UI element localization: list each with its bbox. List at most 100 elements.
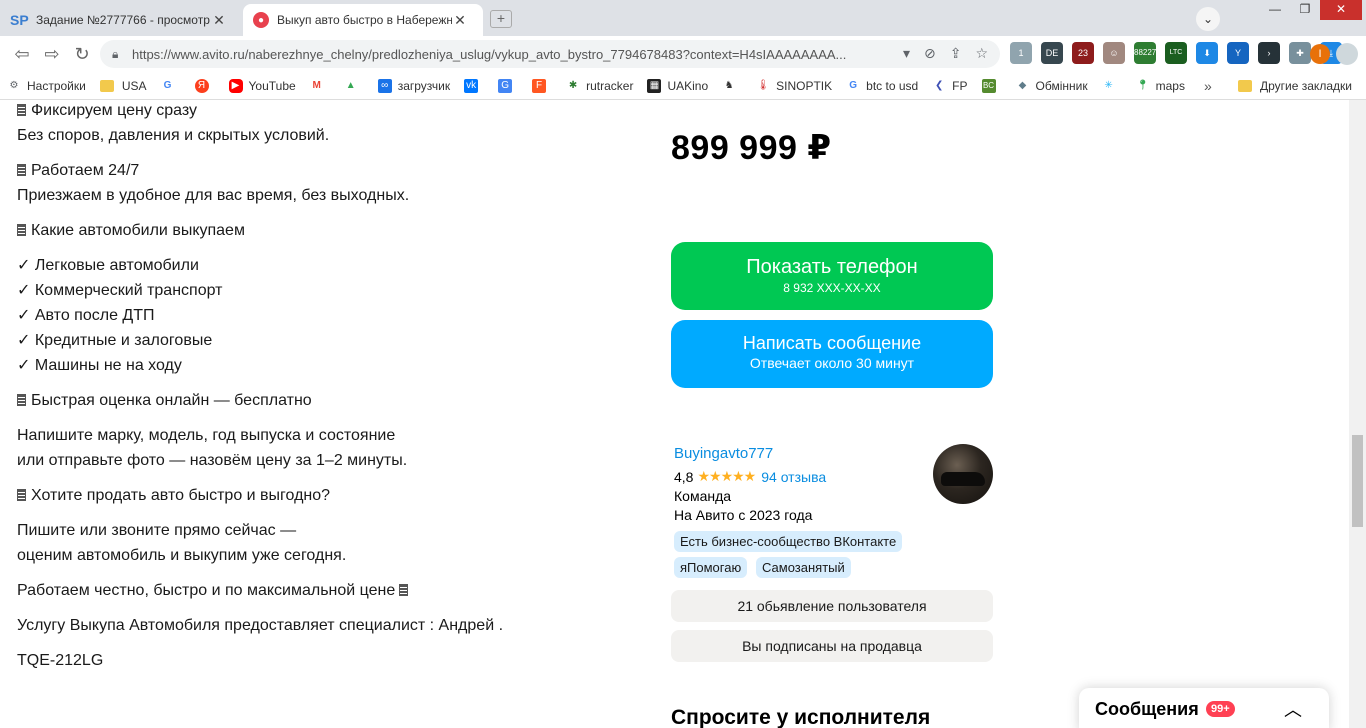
bookmark-f[interactable]: F [525,78,559,93]
minimize-button[interactable]: — [1260,0,1290,20]
badge-ya-pomogayu[interactable]: яПомогаю [674,557,748,578]
description-line: или отправьте фото — назовём цену за 1–2… [17,452,408,469]
exchange-icon: ◆ [1018,79,1027,91]
bookmark-star-icon[interactable]: ☆ [975,45,988,62]
extensions-bar: 1 DE 23 ☺ 88227 LTC 76.5 ⬇ Y › ✚ ⤓ [1010,42,1342,78]
terminal-extension-icon[interactable]: › [1258,42,1280,64]
reload-icon[interactable]: ↻ [70,44,94,64]
more-bookmarks-chevron-icon[interactable]: » [1204,72,1212,100]
close-window-button[interactable]: ✕ [1320,0,1362,20]
download-extension-icon[interactable]: ⬇ [1196,42,1218,64]
y-extension-icon[interactable]: Y [1227,42,1249,64]
bookmark-fp[interactable]: ❮ FP [925,79,974,93]
bookmark-bc[interactable]: BC [975,78,1009,93]
bookmark-usa[interactable]: USA [93,79,154,93]
tab-avito[interactable]: ● Выкуп авто быстро в Набережных ✕ [243,4,483,36]
close-icon[interactable]: ✕ [211,12,227,29]
bookmark-drive[interactable]: ▲ [337,79,371,93]
tab-title: Выкуп авто быстро в Набережных [277,13,452,27]
maximize-button[interactable]: ❐ [1290,0,1320,20]
bookmark-gmail[interactable]: M [303,79,337,93]
messenger-title: Сообщения [1095,699,1199,719]
bookmark-loader[interactable]: ∞ загрузчик [371,78,457,93]
subscribed-button[interactable]: Вы подписаны на продавца [671,630,993,662]
seller-type: Команда [674,488,732,504]
description-line: TQE-212LG [17,652,104,669]
description-line: ✓ Авто после ДТП [17,307,155,324]
new-tab-button[interactable]: + [490,10,512,28]
ltc-extension-icon[interactable]: LTC 76.5 [1165,42,1187,78]
bookmark-youtube[interactable]: ▶ YouTube [222,78,303,93]
description-line: ✓ Коммерческий транспорт [17,282,223,299]
square-marker-icon [17,224,26,236]
description-line: ✓ Легковые автомобили [17,257,199,274]
ask-section-heading: Спросите у исполнителя [671,706,931,728]
close-icon[interactable]: ✕ [452,12,468,29]
badge-vk-community[interactable]: Есть бизнес-сообщество ВКонтакте [674,531,903,552]
back-arrow-icon[interactable]: ⇦ [10,44,34,64]
bookmark-btc[interactable]: Gbtc to usd [839,79,925,93]
bookmark-exchange[interactable]: ◆ Обмінник [1009,79,1095,93]
bookmark-settings[interactable]: ⚙ Настройки [0,79,93,93]
sp-favicon-icon: SP [10,12,29,28]
forward-arrow-icon[interactable]: ⇨ [40,44,64,64]
gmail-icon: M [312,79,321,91]
browser-tab-bar: SP Задание №2777766 - просмотр за ✕ ● Вы… [0,0,1366,36]
reviews-link[interactable]: 94 отзыва [761,469,826,485]
seller-rating: 4,8 ★★★★★ 94 отзыва [674,468,826,485]
bookmark-google[interactable]: G [154,79,188,93]
description-line: Приезжаем в удобное для вас время, без в… [17,187,410,204]
scrollbar-thumb[interactable] [1352,435,1363,527]
vpn-extension-icon[interactable]: DE [1041,42,1063,64]
bc-icon: BC [981,78,996,93]
badge-self-employed[interactable]: Самозанятый [756,557,851,578]
page-content: Фиксируем цену сразу Без споров, давлени… [0,100,1366,728]
cloud-extension-icon[interactable]: 1 [1010,42,1032,64]
share-icon[interactable]: ⇪ [950,45,962,62]
block-icon[interactable]: ⊘ [924,45,936,62]
dropdown-icon[interactable]: ▾ [903,45,910,62]
address-bar[interactable]: 🔒︎ https://www.avito.ru/naberezhnye_chel… [100,40,1000,68]
tab-title: Задание №2777766 - просмотр за [36,13,211,27]
btc-extension-icon[interactable]: 88227 [1134,42,1156,64]
puzzle-icon[interactable]: ✚ [1289,42,1311,64]
seller-name-link[interactable]: Buyingavto777 [674,445,773,462]
bookmark-chess[interactable]: ♞ [715,79,749,93]
bookmarks-bar: ⚙ Настройки USA G Я ▶ YouTube M ▲ ∞ загрузч… [0,72,1366,100]
tab-task[interactable]: SP Задание №2777766 - просмотр за ✕ [0,4,243,36]
profile-avatar-icon[interactable]: I [1310,44,1330,64]
show-phone-button[interactable]: Показать телефон 8 932 XXX-XX-XX [671,242,993,310]
masked-phone: 8 932 XXX-XX-XX [783,281,881,295]
bookmark-translate[interactable]: G [491,78,525,93]
badge-extension-icon[interactable]: 23 [1072,42,1094,64]
write-message-button[interactable]: Написать сообщение Отвечает около 30 мин… [671,320,993,388]
bookmark-maps[interactable]: 📍︎ maps [1129,79,1192,93]
messenger-widget[interactable]: Сообщения 99+ ︿ [1079,688,1329,728]
menu-icon[interactable] [1336,43,1358,65]
bookmark-star[interactable]: ✳ [1095,79,1129,93]
square-marker-icon [399,584,409,596]
bookmark-yandex[interactable]: Я [188,78,222,93]
f-icon: F [532,78,547,93]
other-bookmarks[interactable]: Другие закладки [1238,72,1352,100]
seller-avatar[interactable] [933,444,993,504]
rating-value: 4,8 [674,468,694,485]
chevron-down-icon[interactable]: ⌄ [1196,7,1220,31]
chevron-up-icon[interactable]: ︿ [1284,696,1302,722]
show-phone-label: Показать телефон [746,256,918,278]
uakino-icon: ▦ [647,78,662,93]
description-line: ✓ Кредитные и залоговые [17,332,213,349]
drive-icon: ▲ [345,79,356,91]
bookmark-rutracker[interactable]: ✱ rutracker [559,79,640,93]
description-line: оценим автомобиль и выкупим уже сегодня. [17,547,347,564]
bookmark-vk[interactable]: vk [457,78,491,93]
description-line: Какие автомобили выкупаем [17,218,245,243]
google-icon: G [849,79,858,91]
user-ads-button[interactable]: 21 обьявление пользователя [671,590,993,622]
folder-icon [99,79,114,92]
avito-icon: ● [253,12,269,28]
face-extension-icon[interactable]: ☺ [1103,42,1125,64]
page-scrollbar[interactable] [1349,100,1366,728]
bookmark-uakino[interactable]: ▦ UAKino [640,78,715,93]
bookmark-sinoptik[interactable]: 🌡︎ SINOPTIK [749,79,839,93]
